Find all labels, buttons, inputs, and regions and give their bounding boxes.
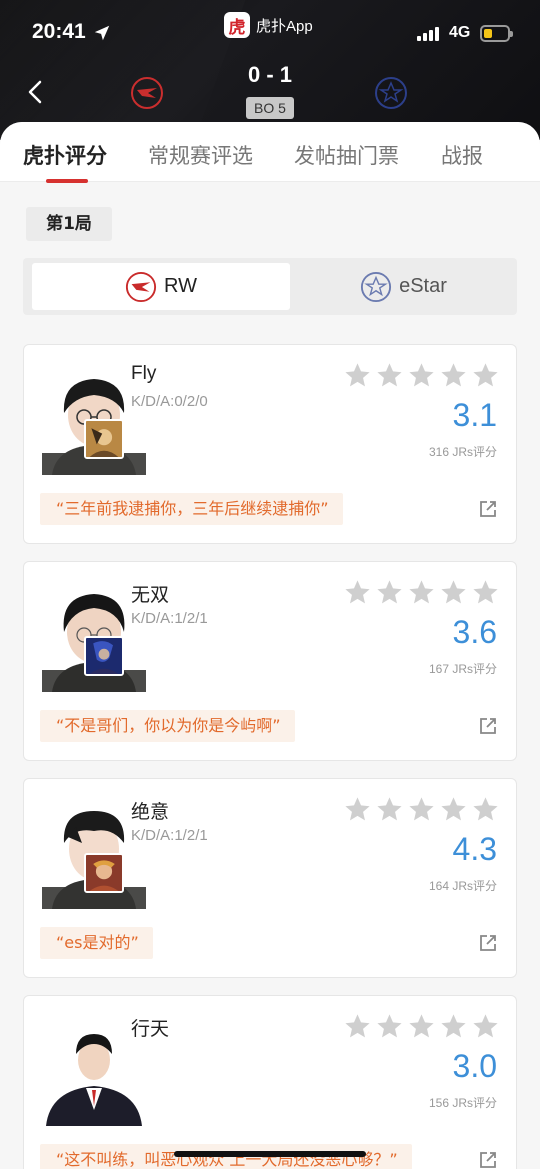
player-name: Fly [131, 363, 157, 384]
top-comment[interactable]: “es是对的” [40, 927, 153, 959]
star-icon[interactable] [407, 795, 436, 824]
player-name: 行天 [131, 1019, 170, 1040]
star-icon[interactable] [375, 795, 404, 824]
star-icon[interactable] [407, 1012, 436, 1041]
rating-count: 167 JRs评分 [428, 662, 497, 676]
rating-stars[interactable] [343, 361, 500, 390]
rating-stars[interactable] [343, 578, 500, 607]
rating-stars[interactable] [343, 795, 500, 824]
star-icon[interactable] [343, 361, 372, 390]
star-icon[interactable] [407, 578, 436, 607]
rating-count: 164 JRs评分 [428, 879, 497, 893]
team-option-rw[interactable]: RW [32, 263, 290, 310]
share-icon[interactable] [478, 1150, 498, 1169]
star-icon[interactable] [375, 361, 404, 390]
team-option-estar[interactable]: eStar [290, 263, 517, 310]
hero-icon [84, 636, 124, 676]
star-icon[interactable] [343, 1012, 372, 1041]
hero-icon [84, 419, 124, 459]
match-score: 0 - 1 [247, 62, 293, 87]
star-icon[interactable] [439, 795, 468, 824]
rating-count: 316 JRs评分 [428, 445, 497, 459]
player-kda: K/D/A:1/2/1 [131, 827, 208, 844]
rw-team-logo-icon [131, 77, 163, 109]
star-icon[interactable] [375, 1012, 404, 1041]
top-comment[interactable]: “三年前我逮捕你，三年后继续逮捕你” [40, 493, 343, 525]
app-badge[interactable]: 虎 虎扑App [224, 12, 313, 38]
tab-hupu-rating[interactable]: 虎扑评分 [23, 140, 107, 170]
star-icon[interactable] [439, 1012, 468, 1041]
rw-logo-icon [125, 271, 157, 302]
share-icon[interactable] [478, 933, 498, 953]
player-rating: 3.0 [452, 1048, 497, 1084]
star-icon[interactable] [471, 1012, 500, 1041]
match-format-badge: BO 5 [246, 97, 294, 119]
location-arrow-icon [94, 25, 110, 41]
back-icon[interactable] [24, 78, 48, 106]
star-icon[interactable] [375, 578, 404, 607]
tab-post-tickets[interactable]: 发帖抽门票 [294, 140, 399, 170]
round-selector[interactable]: 第1局 [26, 207, 112, 241]
player-name: 绝意 [131, 802, 170, 823]
player-name: 无双 [131, 585, 170, 606]
player-kda: K/D/A:0/2/0 [131, 393, 208, 410]
estar-team-logo-icon [375, 77, 407, 109]
star-icon[interactable] [343, 795, 372, 824]
share-icon[interactable] [478, 499, 498, 519]
player-kda: K/D/A:1/2/1 [131, 610, 208, 627]
star-icon[interactable] [439, 361, 468, 390]
team-name-estar: eStar [399, 275, 447, 297]
star-icon[interactable] [471, 578, 500, 607]
player-rating: 4.3 [452, 831, 497, 867]
signal-icon [417, 27, 439, 41]
star-icon[interactable] [471, 361, 500, 390]
active-tab-indicator [46, 179, 88, 183]
player-rating: 3.1 [452, 397, 497, 433]
tab-match-report[interactable]: 战报 [441, 140, 483, 170]
ratings-panel: 虎扑评分 常规赛评选 发帖抽门票 战报 第1局 RW eStar Fly K/D… [0, 122, 540, 1169]
player-rating: 3.6 [452, 614, 497, 650]
player-card: Fly K/D/A:0/2/0 3.1 316 JRs评分 “三年前我逮捕你，三… [23, 344, 517, 544]
battery-icon [480, 25, 513, 42]
star-icon[interactable] [343, 578, 372, 607]
tab-regular-season[interactable]: 常规赛评选 [148, 140, 253, 170]
star-icon[interactable] [407, 361, 436, 390]
rating-stars[interactable] [343, 1012, 500, 1041]
network-type: 4G [449, 24, 471, 41]
status-time: 20:41 [32, 20, 86, 43]
top-comment[interactable]: “不是哥们，你以为你是今屿啊” [40, 710, 295, 742]
app-logo: 虎 [224, 12, 250, 38]
tab-bar: 虎扑评分 常规赛评选 发帖抽门票 战报 [0, 122, 540, 183]
share-icon[interactable] [478, 716, 498, 736]
star-icon[interactable] [471, 795, 500, 824]
rating-count: 156 JRs评分 [428, 1096, 497, 1110]
player-card: 无双 K/D/A:1/2/1 3.6 167 JRs评分 “不是哥们，你以为你是… [23, 561, 517, 761]
match-header: 20:41 虎 虎扑App 4G 0 - 1 BO 5 [0, 0, 540, 140]
team-switch: RW eStar [23, 258, 517, 315]
estar-logo-icon [361, 271, 392, 302]
hero-icon [84, 853, 124, 893]
team-name-rw: RW [164, 275, 197, 297]
star-icon[interactable] [439, 578, 468, 607]
app-name: 虎扑App [256, 17, 313, 35]
player-card: 绝意 K/D/A:1/2/1 4.3 164 JRs评分 “es是对的” [23, 778, 517, 978]
home-indicator[interactable] [174, 1151, 366, 1157]
player-card: 行天 3.0 156 JRs评分 “这不叫练，叫恶心观众 上一大局还没恶心够？” [23, 995, 517, 1169]
